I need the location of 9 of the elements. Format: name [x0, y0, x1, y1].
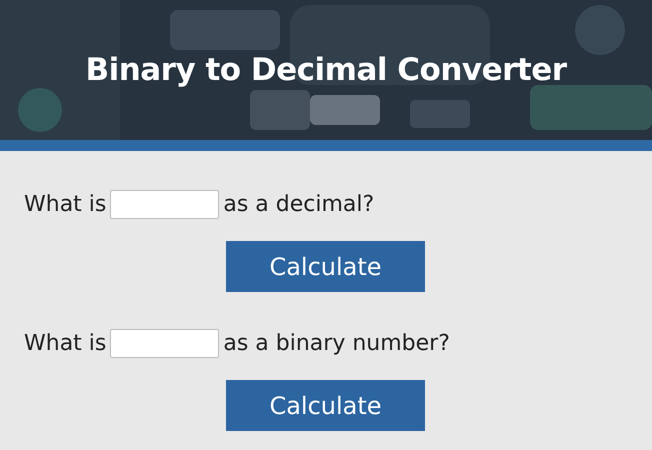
question-text: as a binary number?	[223, 330, 450, 358]
question-text: What is	[24, 330, 106, 358]
number-field[interactable]	[110, 190, 220, 218]
question-text: What is	[24, 190, 106, 218]
question-text: as a decimal?	[223, 190, 374, 218]
calculate-button[interactable]: Calculate	[226, 380, 425, 431]
page-title: Binary to Decimal Converter	[85, 55, 567, 86]
calculate-button[interactable]: Calculate	[226, 241, 425, 292]
number-field[interactable]	[110, 328, 220, 358]
